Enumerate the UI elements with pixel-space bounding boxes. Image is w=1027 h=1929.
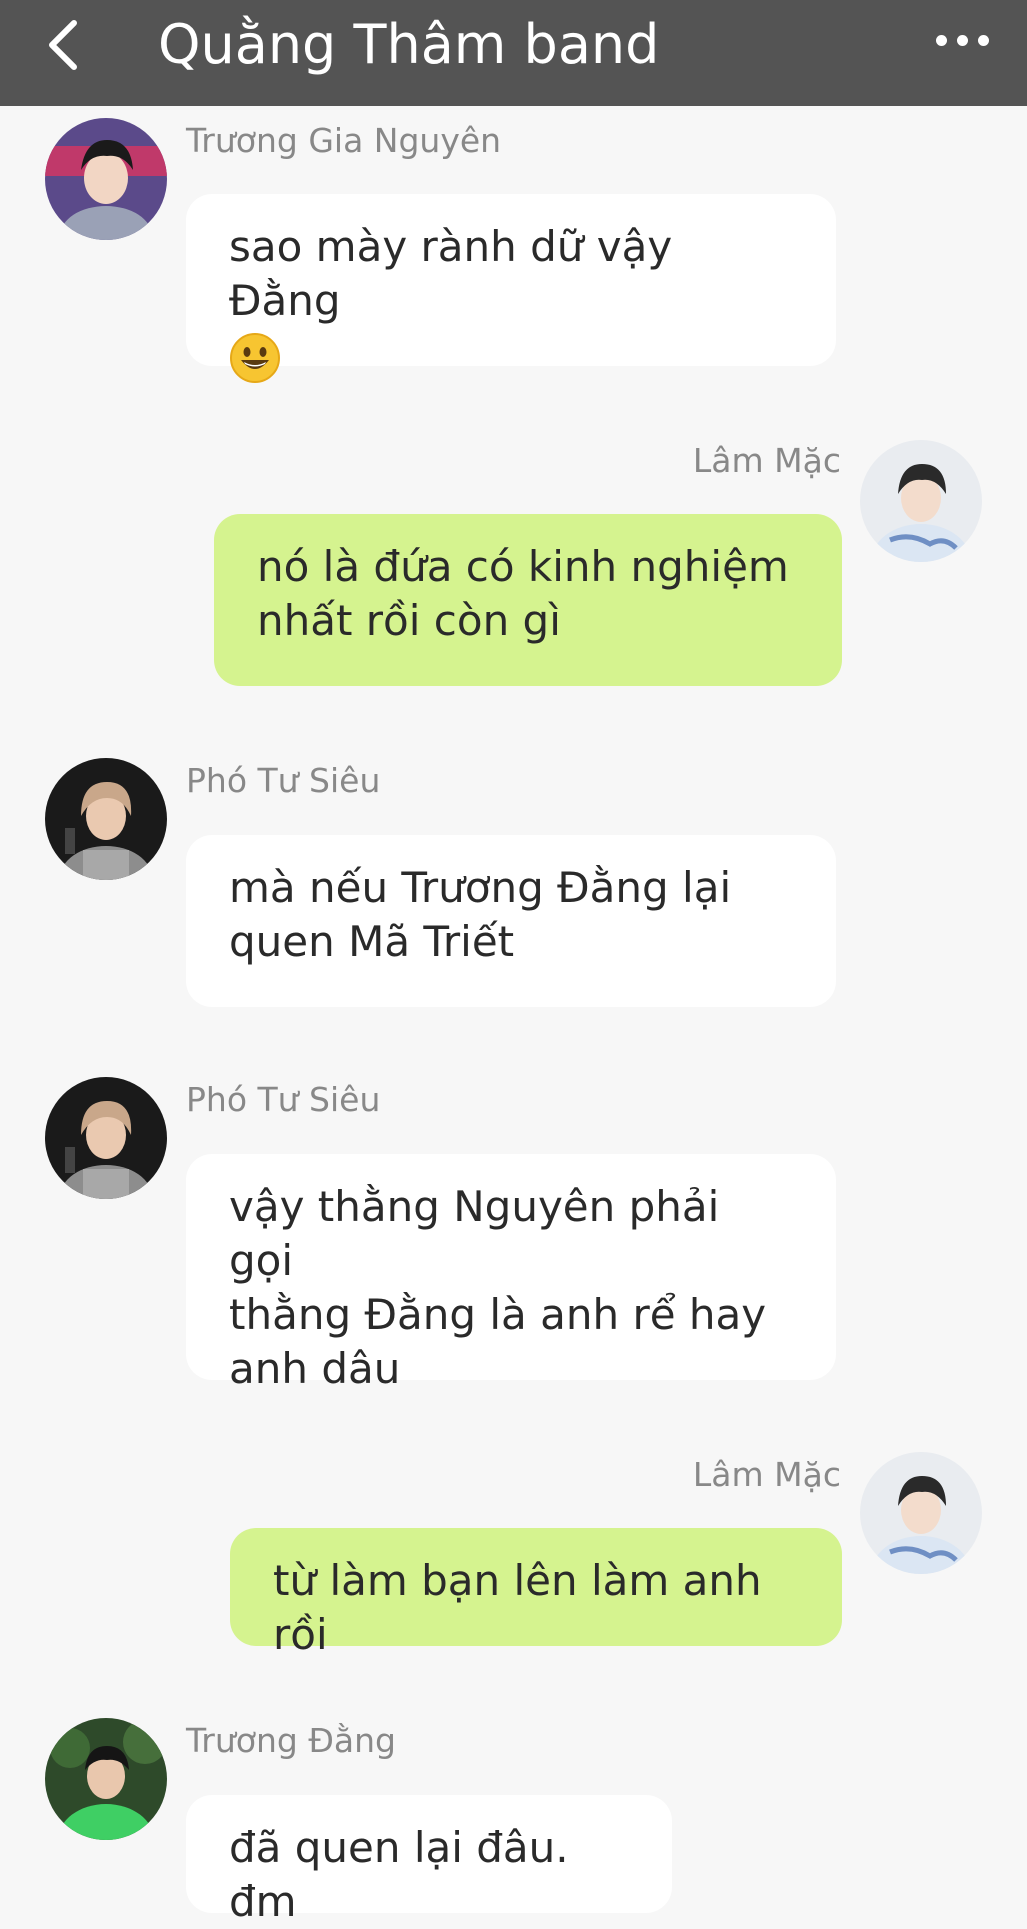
message-text: nhất rồi còn gì [257, 596, 561, 645]
chat-thread[interactable]: Trương Gia Nguyên sao mày rành dữ vậy Đằ… [0, 0, 1027, 1926]
avatar-pho-tu-sieu[interactable] [45, 758, 167, 880]
sender-name: Trương Gia Nguyên [186, 121, 502, 160]
more-horizontal-icon-dot [977, 34, 989, 46]
more-options-button[interactable] [927, 18, 997, 62]
message-bubble[interactable]: đã quen lại đâu. đm [186, 1795, 672, 1926]
avatar-lam-mac[interactable] [860, 440, 982, 562]
message-text: sao mày rành dữ vậy Đằng [229, 222, 673, 325]
more-horizontal-icon [935, 34, 947, 46]
top-app-bar: Quằng Thâm band [0, 0, 1027, 106]
avatar-truong-dang[interactable] [45, 1718, 167, 1840]
chevron-left-icon [49, 20, 77, 70]
chat-title: Quằng Thâm band [158, 13, 660, 76]
more-horizontal-icon-dot [956, 34, 968, 46]
sender-name: Lâm Mặc [692, 1455, 841, 1494]
sender-name: Phó Tư Siêu [186, 761, 381, 800]
message-bubble[interactable]: sao mày rành dữ vậy Đằng [186, 194, 836, 383]
message-text: đã quen lại đâu. đm [229, 1823, 569, 1926]
avatar-pho-tu-sieu[interactable] [45, 1077, 167, 1199]
message-text: mà nếu Trương Đằng lại [229, 863, 732, 912]
message-text: quen Mã Triết [229, 917, 515, 966]
smiley-emoji-icon [229, 328, 794, 384]
avatar-truong-gia-nguyen[interactable] [45, 118, 167, 240]
message-text: nó là đứa có kinh nghiệm [257, 542, 789, 591]
sender-name: Lâm Mặc [692, 441, 841, 480]
sender-name: Trương Đằng [186, 1721, 396, 1760]
avatar-lam-mac[interactable] [860, 1452, 982, 1574]
message-text: thằng Đằng là anh rể hay [229, 1290, 767, 1339]
message-text: vậy thằng Nguyên phải gọi [229, 1182, 720, 1285]
sender-name: Phó Tư Siêu [186, 1080, 381, 1119]
message-bubble[interactable]: từ làm bạn lên làm anh rồi [230, 1528, 842, 1659]
message-bubble[interactable]: mà nếu Trương Đằng lại quen Mã Triết [186, 835, 836, 1007]
message-text: anh dâu [229, 1344, 401, 1393]
message-bubble[interactable]: nó là đứa có kinh nghiệm nhất rồi còn gì [214, 514, 842, 686]
message-text: từ làm bạn lên làm anh rồi [273, 1556, 762, 1659]
back-button[interactable] [34, 10, 94, 80]
message-bubble[interactable]: vậy thằng Nguyên phải gọi thằng Đằng là … [186, 1154, 836, 1393]
